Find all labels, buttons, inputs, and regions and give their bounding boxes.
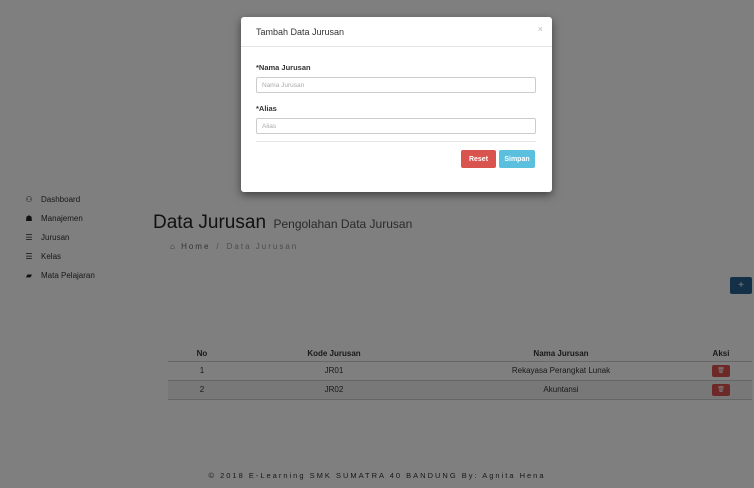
modal-divider [256, 141, 536, 142]
add-jurusan-modal: Tambah Data Jurusan × *Nama Jurusan *Ali… [241, 17, 552, 192]
nama-jurusan-label: *Nama Jurusan [256, 63, 311, 72]
alias-input[interactable] [256, 118, 536, 134]
modal-title: Tambah Data Jurusan [256, 27, 345, 37]
modal-header: Tambah Data Jurusan × [241, 17, 552, 47]
alias-label: *Alias [256, 104, 277, 113]
close-icon[interactable]: × [538, 24, 543, 34]
nama-jurusan-input[interactable] [256, 77, 536, 93]
reset-button[interactable]: Reset [461, 150, 496, 168]
save-button[interactable]: Simpan [499, 150, 535, 168]
